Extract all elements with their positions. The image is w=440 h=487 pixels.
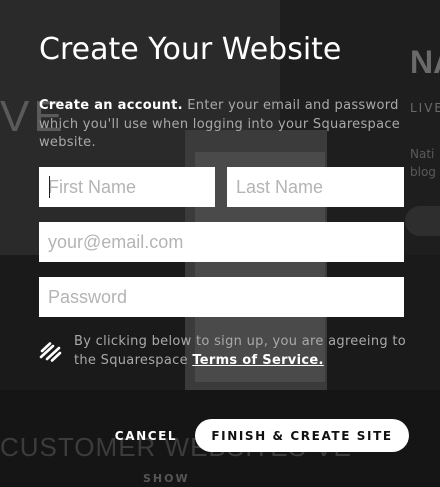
intro-heading: Create an account. — [39, 98, 183, 113]
terms-notice: By clicking below to sign up, you are ag… — [74, 333, 410, 370]
create-website-dialog: Create Your Website Create an account. E… — [0, 0, 440, 487]
text-caret — [49, 176, 50, 198]
cancel-button[interactable]: CANCEL — [108, 421, 184, 451]
dialog-title: Create Your Website — [39, 32, 342, 67]
last-name-field[interactable] — [227, 167, 404, 207]
email-field[interactable] — [39, 222, 404, 262]
dialog-intro: Create an account. Enter your email and … — [39, 97, 409, 153]
terms-of-service-link[interactable]: Terms of Service. — [192, 353, 323, 368]
first-name-field[interactable] — [39, 167, 215, 207]
password-field[interactable] — [39, 277, 404, 317]
squarespace-logo-icon — [39, 342, 62, 362]
finish-create-site-button[interactable]: FINISH & CREATE SITE — [195, 419, 409, 452]
